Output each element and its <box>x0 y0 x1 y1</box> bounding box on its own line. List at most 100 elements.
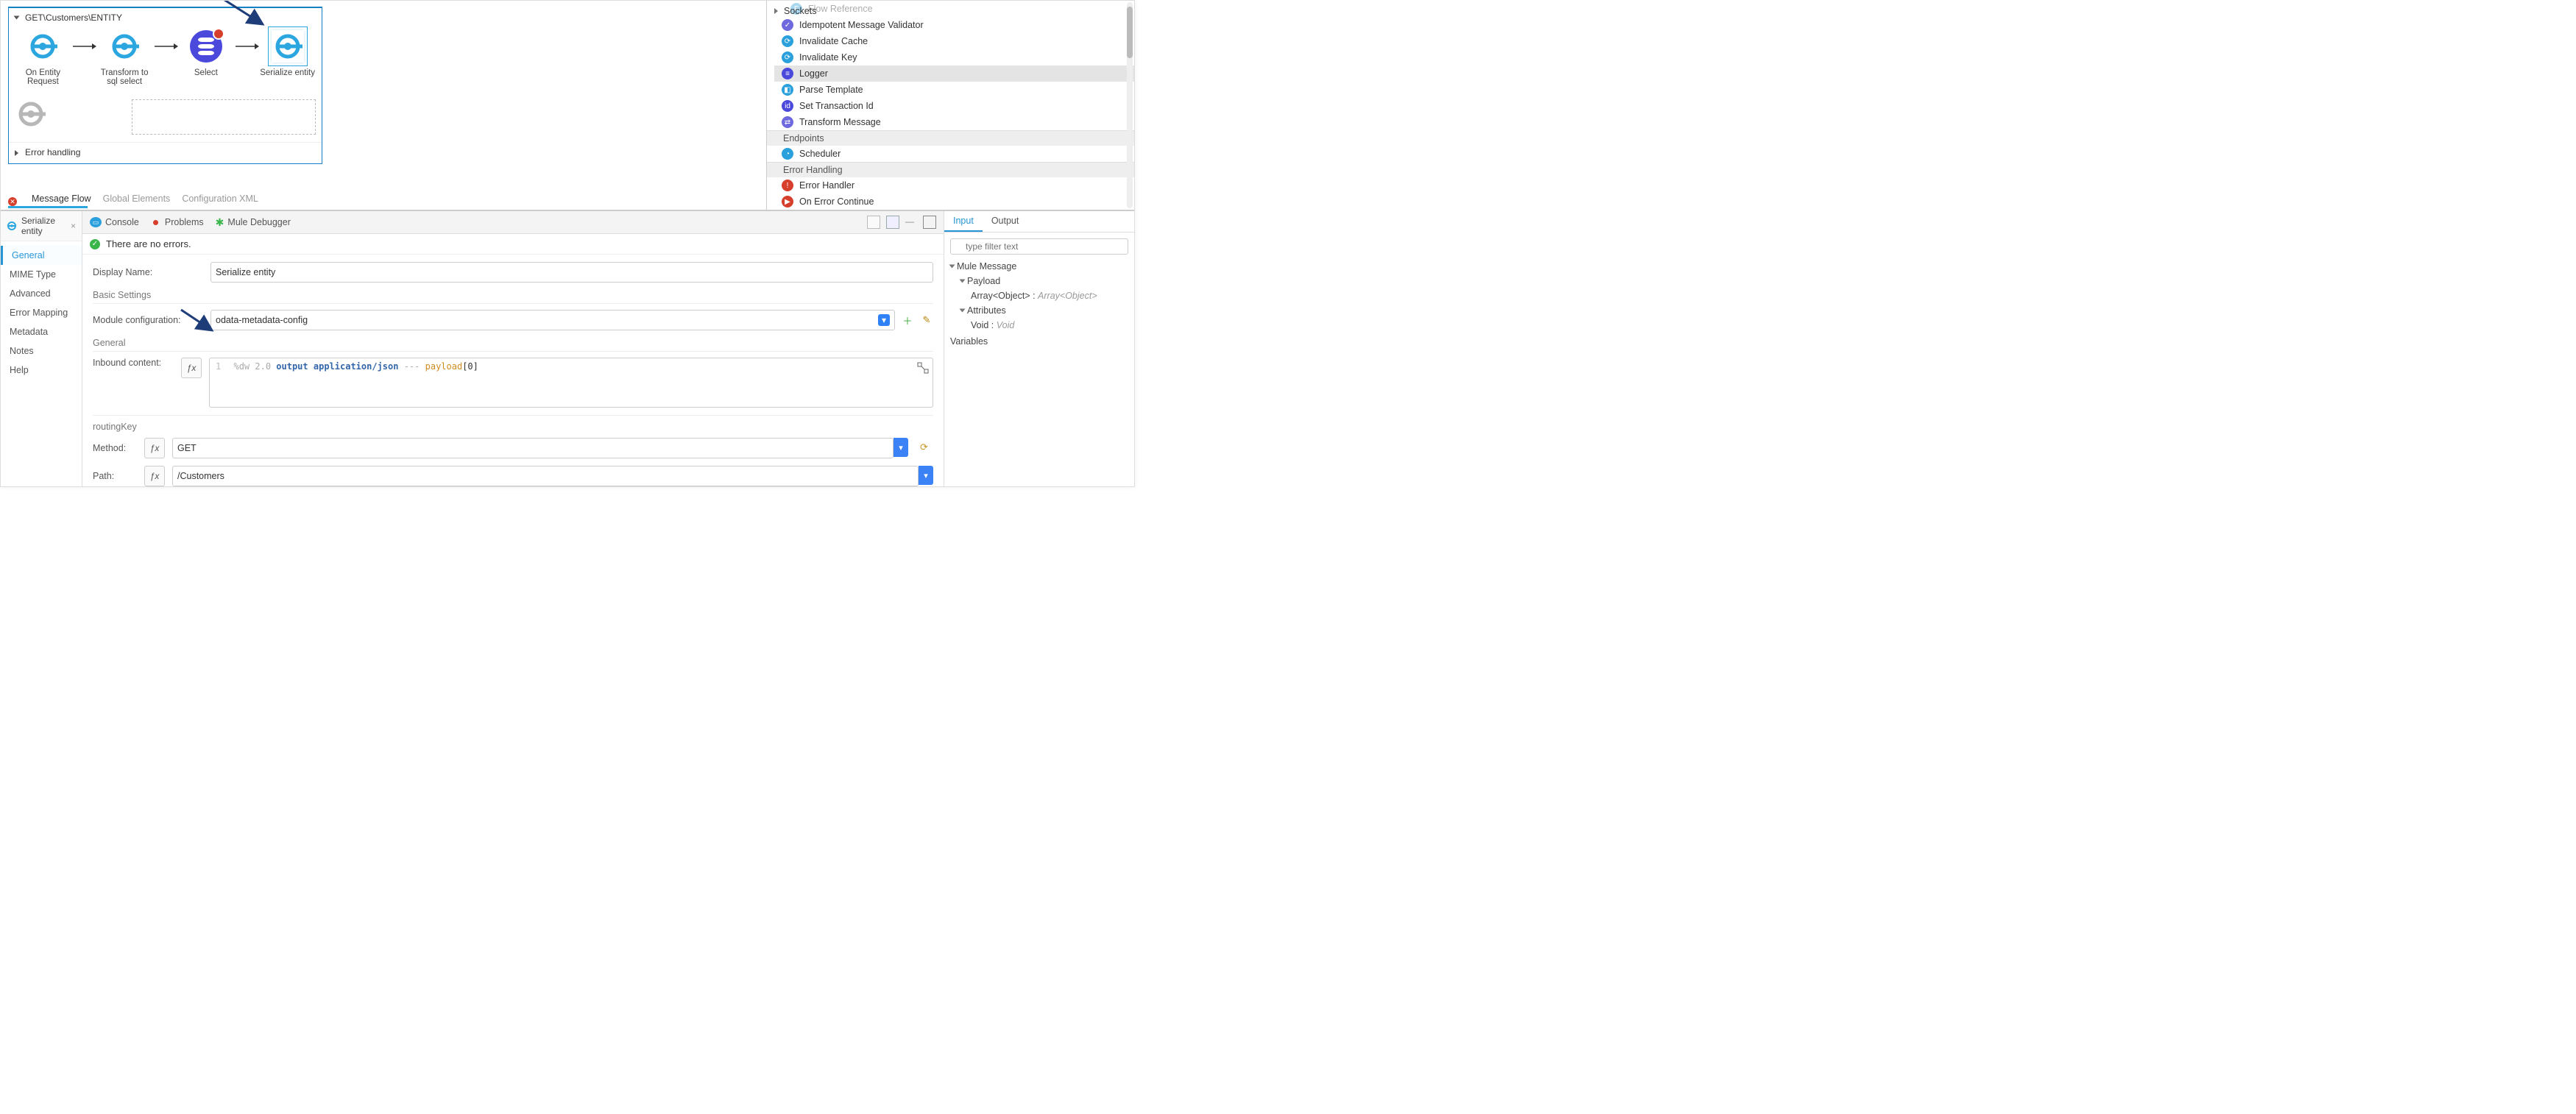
expand-icon <box>774 8 778 14</box>
tab-console[interactable]: ▭ Console <box>90 217 139 227</box>
tab-global-elements[interactable]: Global Elements <box>103 194 171 207</box>
node-on-entity-request[interactable]: On Entity Request <box>15 30 71 86</box>
dropdown-icon[interactable]: ▾ <box>894 438 908 457</box>
routing-key-heading: routingKey <box>93 422 933 432</box>
dropdown-icon[interactable]: ▾ <box>919 466 933 485</box>
drop-zone[interactable] <box>132 99 316 135</box>
expand-editor-icon[interactable] <box>916 361 930 375</box>
flow-canvas[interactable]: GET\Customers\ENTITY On Entity Request <box>1 1 766 210</box>
refresh-icon[interactable]: ⟳ <box>920 441 933 455</box>
status-row: ✓ There are no errors. <box>82 234 944 255</box>
ltab-error-mapping[interactable]: Error Mapping <box>1 303 82 322</box>
palette-item-on-error-continue[interactable]: ▶On Error Continue <box>774 194 1134 210</box>
tab-problems[interactable]: Problems <box>151 217 204 227</box>
basic-settings-heading: Basic Settings <box>93 290 933 304</box>
io-tab-output[interactable]: Output <box>983 211 1028 232</box>
palette-item-logger[interactable]: ≡Logger <box>774 65 1134 82</box>
ltab-metadata[interactable]: Metadata <box>1 322 82 341</box>
node-serialize-entity[interactable]: Serialize entity <box>259 30 316 77</box>
flow-nodes-row: On Entity Request Transform to sql selec… <box>9 27 322 93</box>
flow-arrow-icon <box>71 30 96 63</box>
palette-item[interactable]: FFlow Reference <box>783 1 1134 17</box>
flow-title: GET\Customers\ENTITY <box>9 8 322 27</box>
palette-item-set-transaction-id[interactable]: idSet Transaction Id <box>774 98 1134 114</box>
annotation-arrow-icon <box>211 0 270 32</box>
node-placeholder[interactable] <box>15 98 47 136</box>
palette-item-invalidate-key[interactable]: ⟳Invalidate Key <box>774 49 1134 65</box>
flow-arrow-icon <box>153 30 178 63</box>
flow-container[interactable]: GET\Customers\ENTITY On Entity Request <box>8 7 322 164</box>
error-handling-section[interactable]: Error handling <box>9 142 322 163</box>
tab-message-flow[interactable]: Message Flow <box>32 194 91 207</box>
expand-icon[interactable] <box>960 309 966 313</box>
palette-section-endpoints[interactable]: Endpoints <box>767 130 1134 146</box>
module-config-value: odata-metadata-config <box>216 315 308 325</box>
path-label: Path: <box>93 471 137 481</box>
display-name-label: Display Name: <box>93 267 203 277</box>
palette-category-sockets[interactable]: Sockets <box>767 4 822 18</box>
filter-input[interactable] <box>950 238 1128 255</box>
node-label: On Entity Request <box>15 68 71 86</box>
palette-item-parse-template[interactable]: ◧Parse Template <box>774 82 1134 98</box>
node-select[interactable]: Select <box>178 30 235 77</box>
tab-configuration-xml[interactable]: Configuration XML <box>182 194 258 207</box>
io-panel: Input Output 🔍 Mule Message Payload Arra… <box>944 211 1134 486</box>
ltab-help[interactable]: Help <box>1 361 82 380</box>
expand-icon[interactable] <box>14 16 20 20</box>
fx-toggle-button[interactable]: ƒx <box>144 438 165 458</box>
scrollbar-thumb[interactable] <box>1127 7 1133 58</box>
expand-icon[interactable] <box>15 150 18 156</box>
ltab-mime-type[interactable]: MIME Type <box>1 265 82 284</box>
expand-icon[interactable] <box>960 280 966 283</box>
palette-section-error-handling[interactable]: Error Handling <box>767 162 1134 177</box>
dataweave-editor[interactable]: 1 %dw 2.0 output application/json --- pa… <box>209 358 933 408</box>
ltab-general[interactable]: General <box>1 246 82 265</box>
path-input[interactable] <box>172 466 919 486</box>
fx-toggle-button[interactable]: ƒx <box>181 358 202 378</box>
palette-item-idempotent[interactable]: ✓Idempotent Message Validator <box>774 17 1134 33</box>
apikit-grey-icon <box>15 98 47 130</box>
toolbar-icon-1[interactable] <box>867 216 880 229</box>
dropdown-icon[interactable]: ▾ <box>878 314 890 326</box>
method-input[interactable] <box>172 438 894 458</box>
minimize-icon[interactable]: — <box>905 216 917 228</box>
canvas-tabs: ✕ Message Flow Global Elements Configura… <box>8 194 258 207</box>
scrollbar[interactable] <box>1127 2 1133 208</box>
check-icon: ✓ <box>90 239 100 249</box>
close-icon[interactable]: × <box>71 221 76 231</box>
bottom-view-tabs: ▭ Console Problems ✱ Mule Debugger — <box>82 211 944 234</box>
database-icon <box>190 30 222 63</box>
palette-item-scheduler[interactable]: ◔Scheduler <box>774 146 1134 162</box>
line-number: 1 <box>216 361 221 372</box>
ltab-advanced[interactable]: Advanced <box>1 284 82 303</box>
apikit-icon <box>272 30 304 63</box>
console-icon: ▭ <box>90 217 102 227</box>
error-indicator-icon: ✕ <box>8 197 17 206</box>
properties-side-tabs: Serialize entity × General MIME Type Adv… <box>1 211 82 486</box>
palette-item-invalidate-cache[interactable]: ⟳Invalidate Cache <box>774 33 1134 49</box>
node-label: Serialize entity <box>260 68 315 77</box>
general-heading: General <box>93 338 933 352</box>
properties-tab-title: Serialize entity <box>21 216 66 236</box>
method-label: Method: <box>93 443 137 453</box>
apikit-icon <box>7 221 17 231</box>
expand-icon[interactable] <box>949 265 955 269</box>
status-text: There are no errors. <box>106 238 191 249</box>
palette-item-transform-message[interactable]: ⇄Transform Message <box>774 114 1134 130</box>
add-config-icon[interactable]: ＋ <box>901 313 914 327</box>
bug-icon: ✱ <box>216 216 224 229</box>
display-name-input[interactable] <box>210 262 933 283</box>
ltab-notes[interactable]: Notes <box>1 341 82 361</box>
node-label: Select <box>194 68 218 77</box>
tab-mule-debugger[interactable]: ✱ Mule Debugger <box>216 216 291 229</box>
properties-form: ▭ Console Problems ✱ Mule Debugger — <box>82 211 944 486</box>
edit-config-icon[interactable]: ✎ <box>920 313 933 327</box>
maximize-icon[interactable] <box>923 216 936 229</box>
toolbar-icon-2[interactable] <box>886 216 899 229</box>
palette-item-error-handler[interactable]: !Error Handler <box>774 177 1134 194</box>
io-tab-input[interactable]: Input <box>944 211 983 232</box>
inbound-content-label: Inbound content: <box>93 358 174 368</box>
datasense-tree[interactable]: Mule Message Payload Array<Object> : Arr… <box>950 259 1128 349</box>
fx-toggle-button[interactable]: ƒx <box>144 466 165 486</box>
node-transform-to-sql-select[interactable]: Transform to sql select <box>96 30 153 86</box>
